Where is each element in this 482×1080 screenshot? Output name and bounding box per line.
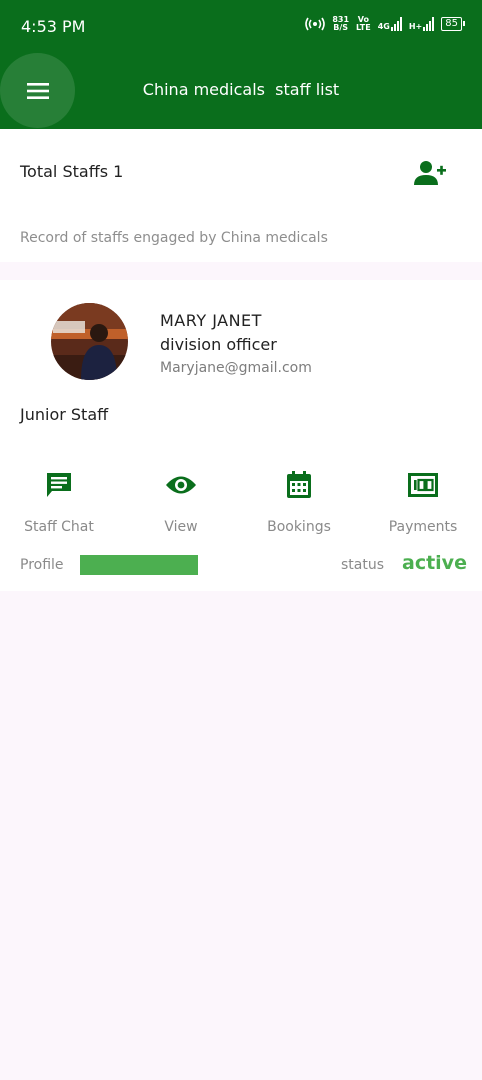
action-label: Staff Chat: [24, 519, 94, 535]
avatar: [51, 303, 128, 380]
profile-progress-fill: [80, 555, 198, 575]
action-label: Payments: [388, 519, 458, 535]
page-title: China medicals staff list: [142, 80, 340, 99]
data-speed: 831 B/S: [332, 15, 350, 32]
signal-4g: 4G: [378, 17, 402, 31]
action-label: Bookings: [267, 519, 331, 535]
volte-indicator: Vo LTE: [356, 15, 371, 32]
staff-email: Maryjane@gmail.com: [160, 360, 312, 376]
status-icons: 831 B/S Vo LTE 4G H+ 85: [305, 15, 465, 32]
signal-hplus: H+: [409, 17, 435, 31]
profile-label: Profile: [20, 557, 64, 573]
staff-role: division officer: [160, 335, 277, 354]
staff-level: Junior Staff: [20, 405, 109, 424]
status-badge: active: [402, 552, 467, 574]
app-bar: 4:53 PM 831 B/S Vo LTE 4G H+ 85 China me…: [0, 0, 482, 129]
staff-name: MARY JANET: [160, 311, 262, 330]
signal-bars-icon: [423, 17, 435, 31]
action-label: View: [164, 519, 198, 535]
battery-icon: 85: [441, 17, 465, 31]
total-staffs: Total Staffs 1: [20, 162, 124, 181]
staff-card[interactable]: MARY JANET division officer Maryjane@gma…: [0, 280, 482, 591]
staff-chat-button[interactable]: Staff Chat: [4, 468, 114, 535]
view-button[interactable]: View: [126, 468, 236, 535]
status-time: 4:53 PM: [21, 17, 86, 36]
payments-button[interactable]: Payments: [368, 468, 478, 535]
signal-bars-icon: [390, 17, 402, 31]
profile-progress-bar: [80, 555, 198, 575]
summary-subtitle: Record of staffs engaged by China medica…: [20, 230, 328, 246]
calendar-icon: [287, 471, 311, 498]
staff-summary: Total Staffs 1 Record of staffs engaged …: [0, 129, 482, 262]
money-icon: [408, 473, 438, 497]
person-add-icon[interactable]: [414, 160, 446, 186]
hotspot-icon: [305, 17, 326, 31]
status-label: status: [341, 557, 385, 573]
bookings-button[interactable]: Bookings: [244, 468, 354, 535]
eye-icon: [166, 476, 196, 494]
chat-icon: [47, 473, 71, 497]
